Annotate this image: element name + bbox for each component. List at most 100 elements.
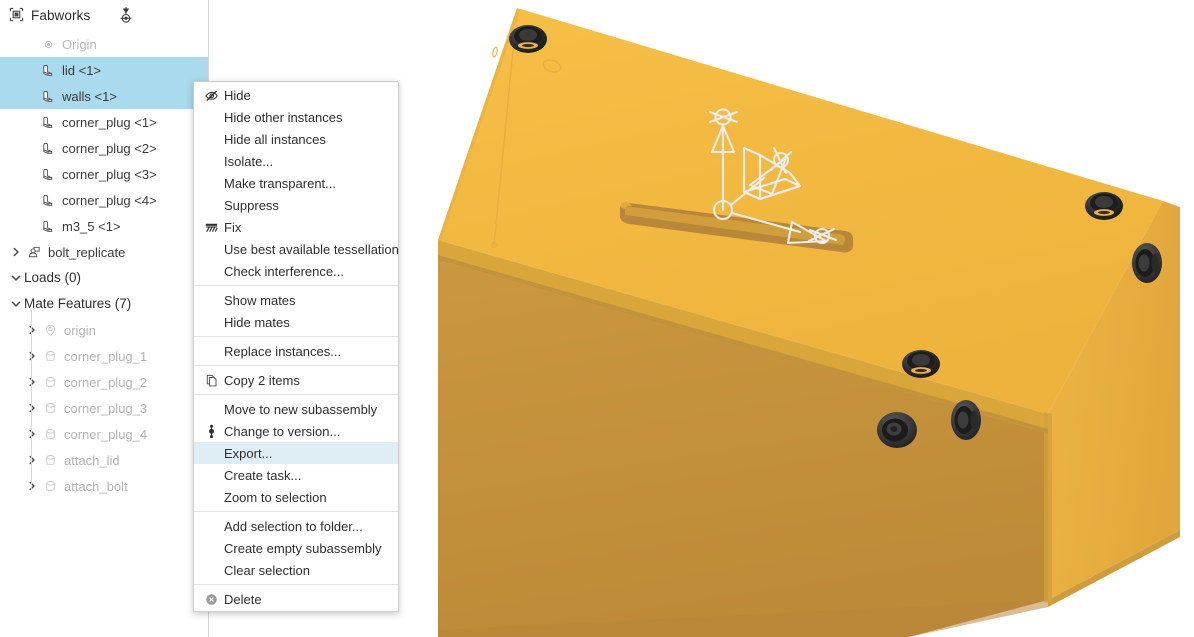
- part-icon: [38, 141, 58, 156]
- mate-icon: [40, 349, 60, 364]
- context-menu[interactable]: Hide Hide other instances Hide all instanc…: [193, 81, 399, 612]
- tree-item-label: corner_plug_4: [64, 426, 148, 442]
- onshape-assembly-window: Fabworks Origin lid <1> walls <1> corner_pl…: [0, 0, 1194, 637]
- menu-item-isolate[interactable]: Isolate...: [194, 150, 398, 172]
- chevron-right-icon[interactable]: [24, 481, 40, 491]
- chevron-right-icon[interactable]: [24, 455, 40, 465]
- menu-item-label: Use best available tessellation: [224, 241, 399, 257]
- menu-item-label: Hide other instances: [224, 109, 343, 125]
- tree-item-label: corner_plug_2: [64, 374, 148, 390]
- chevron-down-icon[interactable]: [8, 299, 24, 309]
- menu-item-fix[interactable]: Fix: [194, 216, 398, 238]
- menu-item-hide-other-instances[interactable]: Hide other instances: [194, 106, 398, 128]
- tree-item-bolt-replicate[interactable]: bolt_replicate: [0, 239, 208, 265]
- tree-item-label: lid <1>: [62, 62, 102, 78]
- menu-item-create-task[interactable]: Create task...: [194, 464, 398, 486]
- chevron-down-icon[interactable]: [8, 273, 24, 283]
- menu-item-copy-2-items[interactable]: Copy 2 items: [194, 369, 398, 391]
- mate-icon: [40, 401, 60, 416]
- chevron-right-icon[interactable]: [8, 247, 24, 257]
- tree-item-label: corner_plug_1: [64, 348, 148, 364]
- chevron-right-icon[interactable]: [24, 429, 40, 439]
- menu-item-hide-mates[interactable]: Hide mates: [194, 311, 398, 333]
- menu-item-clear-selection[interactable]: Clear selection: [194, 559, 398, 581]
- menu-separator: [194, 285, 398, 286]
- menu-item-delete[interactable]: Delete: [194, 588, 398, 610]
- bolt-lid-top-right: [1085, 192, 1123, 220]
- bolt-lid-top-left: [509, 25, 547, 53]
- menu-item-label: Clear selection: [224, 562, 310, 578]
- menu-item-label: Create task...: [224, 467, 302, 483]
- walls-corner-seam: [1044, 412, 1052, 604]
- menu-item-create-empty-subassembly[interactable]: Create empty subassembly: [194, 537, 398, 559]
- menu-item-label: Copy 2 items: [224, 372, 300, 388]
- menu-item-show-mates[interactable]: Show mates: [194, 289, 398, 311]
- menu-item-use-best-available-tessellation[interactable]: Use best available tessellation: [194, 238, 399, 260]
- menu-item-label: Delete: [224, 591, 262, 607]
- version-icon: [198, 424, 224, 439]
- part-icon: [38, 219, 58, 234]
- lid-hole-mark-small: [492, 46, 498, 58]
- tree-item-label: walls <1>: [62, 88, 117, 104]
- menu-item-check-interference[interactable]: Check interference...: [194, 260, 398, 282]
- tree-item-loads-0[interactable]: Loads (0): [0, 265, 208, 291]
- menu-separator: [194, 511, 398, 512]
- mate-icon: [40, 375, 60, 390]
- part-icon: [38, 115, 58, 130]
- menu-item-move-to-new-subassembly[interactable]: Move to new subassembly: [194, 398, 398, 420]
- menu-item-suppress[interactable]: Suppress: [194, 194, 398, 216]
- feature-tree-panel[interactable]: Fabworks Origin lid <1> walls <1> corner_pl…: [0, 0, 209, 637]
- part-icon: [38, 89, 58, 104]
- tree-header: Fabworks: [0, 0, 208, 31]
- menu-item-change-to-version[interactable]: Change to version...: [194, 420, 398, 442]
- tree-item-label: Mate Features (7): [24, 296, 132, 312]
- menu-item-export[interactable]: Export...: [194, 442, 398, 464]
- origin-icon: [38, 37, 58, 52]
- copy-icon: [198, 373, 224, 388]
- menu-item-label: Add selection to folder...: [224, 518, 363, 534]
- menu-item-label: Export...: [224, 445, 273, 461]
- bolt-lid-bottom-right: [902, 350, 940, 378]
- menu-item-label: Change to version...: [224, 423, 341, 439]
- tree-item-corner-plug-3[interactable]: corner_plug <3>: [0, 161, 208, 187]
- menu-item-hide-all-instances[interactable]: Hide all instances: [194, 128, 398, 150]
- assembly-icon: [9, 7, 24, 25]
- menu-item-label: Isolate...: [224, 153, 274, 169]
- menu-item-zoom-to-selection[interactable]: Zoom to selection: [194, 486, 398, 508]
- delete-icon: [198, 592, 224, 607]
- tree-item-origin[interactable]: Origin: [0, 31, 208, 57]
- menu-separator: [194, 584, 398, 585]
- tree-item-lid-1[interactable]: lid <1>: [0, 57, 208, 83]
- menu-item-label: Zoom to selection: [224, 489, 327, 505]
- chevron-right-icon[interactable]: [24, 351, 40, 361]
- menu-item-label: Suppress: [224, 197, 279, 213]
- tree-item-corner-plug-4[interactable]: corner_plug <4>: [0, 187, 208, 213]
- menu-item-label: Move to new subassembly: [224, 401, 378, 417]
- part-icon: [38, 63, 58, 78]
- menu-item-label: Show mates: [224, 292, 296, 308]
- mate-icon: [40, 479, 60, 494]
- menu-item-label: Replace instances...: [224, 343, 342, 359]
- bolt-side-lower: [951, 400, 981, 440]
- tree-item-m3-5-1[interactable]: m3_5 <1>: [0, 213, 208, 239]
- menu-item-replace-instances[interactable]: Replace instances...: [194, 340, 398, 362]
- menu-item-label: Hide all instances: [224, 131, 326, 147]
- menu-item-make-transparent[interactable]: Make transparent...: [194, 172, 398, 194]
- chevron-right-icon[interactable]: [24, 325, 40, 335]
- menu-item-label: Make transparent...: [224, 175, 336, 191]
- menu-item-hide[interactable]: Hide: [194, 84, 398, 106]
- tree-item-label: origin: [64, 322, 96, 338]
- chevron-right-icon[interactable]: [24, 403, 40, 413]
- tree-item-corner-plug-2[interactable]: corner_plug <2>: [0, 135, 208, 161]
- part-icon: [38, 167, 58, 182]
- mate-origin-icon: [40, 323, 60, 338]
- tree-item-corner-plug-1[interactable]: corner_plug <1>: [0, 109, 208, 135]
- menu-item-label: Create empty subassembly: [224, 540, 382, 556]
- mate-connector-icon[interactable]: [119, 6, 133, 26]
- menu-item-add-selection-to-folder[interactable]: Add selection to folder...: [194, 515, 398, 537]
- fix-ground-icon: [198, 220, 224, 235]
- tree-item-label: m3_5 <1>: [62, 218, 121, 234]
- mate-icon: [40, 453, 60, 468]
- tree-item-walls-1[interactable]: walls <1>: [0, 83, 208, 109]
- chevron-right-icon[interactable]: [24, 377, 40, 387]
